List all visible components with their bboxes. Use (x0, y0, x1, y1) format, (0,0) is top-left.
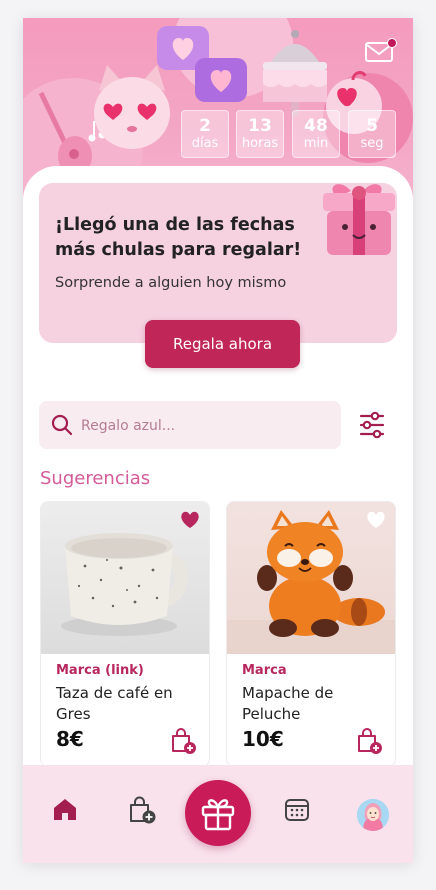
gift-icon (201, 799, 235, 831)
countdown-unit: horas (241, 136, 279, 151)
product-name: Mapache de Peluche (242, 684, 334, 723)
search-bar (39, 401, 341, 449)
countdown-seconds: 5 seg (348, 110, 396, 158)
tab-gift[interactable] (185, 780, 251, 846)
product-brand-link[interactable]: Marca (link) (56, 663, 144, 678)
filter-button[interactable] (355, 407, 389, 443)
product-brand-link[interactable]: Marca (242, 663, 287, 678)
gift-now-button[interactable]: Regala ahora (145, 320, 300, 368)
chat-hearts-illustration (157, 26, 247, 102)
countdown-minutes: 48 min (292, 110, 340, 158)
promo-title: ¡Llegó una de las fechas más chulas para… (55, 215, 302, 260)
product-price: 10€ (242, 727, 284, 751)
countdown-value: 48 (304, 116, 328, 136)
product-card[interactable]: Marca (link) Taza de café en Gres 8€ (40, 501, 210, 767)
add-to-bag-icon[interactable] (169, 727, 197, 755)
promo-subtitle: Sorprende a alguien hoy mismo (55, 275, 287, 291)
search-input[interactable] (79, 413, 333, 439)
countdown-hours: 13 horas (236, 110, 284, 158)
add-to-bag-icon (130, 796, 156, 824)
countdown-value: 5 (366, 116, 378, 136)
countdown-value: 13 (248, 116, 272, 136)
countdown-value: 2 (199, 116, 211, 136)
app-screen: 2 días 13 horas 48 min 5 seg ¡Llegó una … (23, 18, 413, 863)
product-price: 8€ (56, 727, 84, 751)
tab-wishlist[interactable] (127, 795, 157, 829)
countdown-unit: seg (360, 136, 384, 151)
section-title-suggestions: Sugerencias (40, 468, 151, 489)
avatar (357, 799, 389, 831)
gift-box-illustration (323, 184, 395, 255)
search-icon (51, 414, 73, 436)
product-name: Taza de café en Gres (56, 684, 173, 723)
countdown-unit: min (303, 136, 329, 151)
home-icon (54, 799, 76, 820)
sliders-icon (359, 411, 385, 439)
tab-calendar[interactable] (283, 795, 311, 827)
countdown-unit: días (191, 136, 219, 151)
product-card[interactable]: Marca Mapache de Peluche 10€ (226, 501, 396, 767)
favorite-heart-icon[interactable] (365, 510, 387, 530)
notification-badge (387, 38, 397, 48)
favorite-heart-icon[interactable] (179, 510, 201, 530)
promo-card: ¡Llegó una de las fechas más chulas para… (39, 183, 397, 343)
add-to-bag-icon[interactable] (355, 727, 383, 755)
tab-home[interactable] (51, 795, 79, 827)
tab-profile[interactable] (357, 799, 389, 831)
calendar-icon (285, 799, 309, 821)
countdown-days: 2 días (181, 110, 229, 158)
bottom-tab-bar (23, 765, 413, 863)
